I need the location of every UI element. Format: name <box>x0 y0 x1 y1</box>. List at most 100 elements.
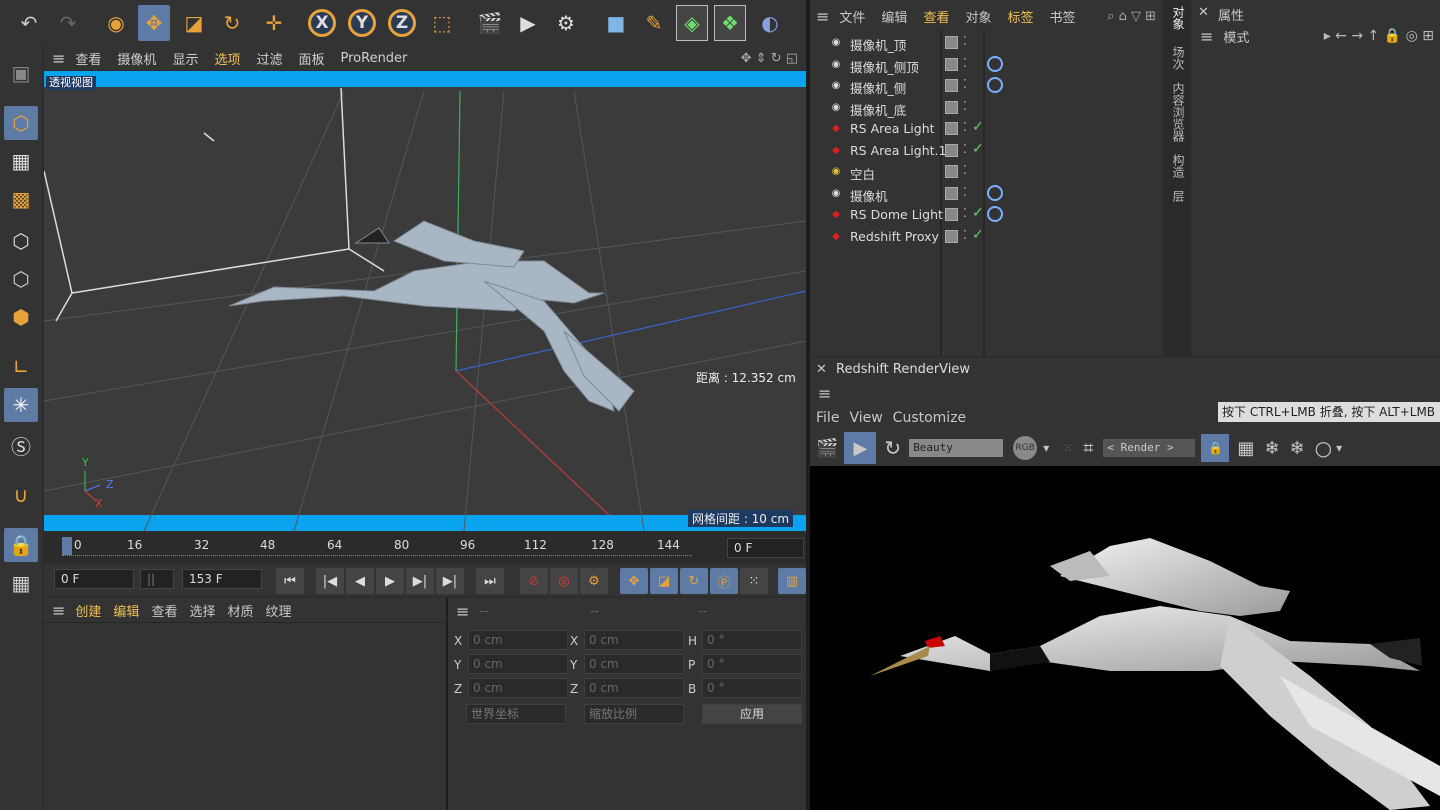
subdivision-icon[interactable]: ◈ <box>676 5 708 41</box>
object-name[interactable]: 摄像机_侧顶 <box>850 57 919 76</box>
model-mode-icon[interactable]: ⬡ <box>4 106 38 140</box>
object-row[interactable]: ◆ Redshift Proxy ⁚ ✓ <box>810 226 1162 247</box>
object-row[interactable]: ◆ RS Dome Light ⁚ ✓ <box>810 204 1162 225</box>
prev-key-icon[interactable]: |◀ <box>316 568 344 594</box>
object-row[interactable]: ◉ 摄像机_顶 ⁚ <box>810 32 1162 53</box>
start-render-icon[interactable]: ▶ <box>844 432 877 464</box>
object-row[interactable]: ◉ 空白 ⁚ <box>810 161 1162 182</box>
menu-icon[interactable]: ≡ <box>1200 27 1213 46</box>
next-key-icon[interactable]: ▶| <box>436 568 464 594</box>
tag-icon[interactable] <box>987 55 1003 72</box>
lock-icon[interactable]: 🔒 <box>1201 434 1230 462</box>
visibility-dots-icon[interactable]: ⁚ <box>963 206 967 220</box>
tab-takes[interactable]: 场次 <box>1170 46 1187 70</box>
visibility-dots-icon[interactable]: ⁚ <box>963 163 967 177</box>
object-menu-tags[interactable]: 标签 <box>1007 7 1033 26</box>
enabled-check-icon[interactable]: ✓ <box>972 119 984 135</box>
timeline-ruler[interactable]: 0 16 32 48 64 80 96 112 128 144 0 F <box>44 533 806 563</box>
object-row[interactable]: ◉ 摄像机_侧 ⁚ <box>810 75 1162 96</box>
record-icon[interactable]: ⊘ <box>520 568 548 594</box>
tab-content-browser[interactable]: 内容浏览器 <box>1170 82 1187 142</box>
rotation-b-field[interactable]: 0 ° <box>702 678 802 698</box>
layer-icon[interactable] <box>945 57 958 71</box>
position-x-field[interactable]: 0 cm <box>468 630 568 650</box>
solo-icon[interactable]: Ⓢ <box>4 428 38 462</box>
grid-view-icon[interactable]: ▦ <box>1237 438 1254 459</box>
make-editable-icon[interactable]: ▣ <box>4 56 38 90</box>
grid-snap-icon[interactable]: ▦ <box>4 566 38 600</box>
tab-structure[interactable]: 构造 <box>1170 154 1187 178</box>
snowflake-icon[interactable]: ❄ <box>1264 438 1279 459</box>
position-y-field[interactable]: 0 cm <box>468 654 568 674</box>
viewport-menu-filter[interactable]: 过滤 <box>256 49 282 68</box>
chevron-down-icon[interactable]: ▾ <box>1043 441 1049 455</box>
object-name[interactable]: RS Area Light <box>850 121 935 136</box>
tag-icon[interactable] <box>987 184 1003 201</box>
visibility-dots-icon[interactable]: ⁚ <box>963 99 967 113</box>
object-name[interactable]: 摄像机_侧 <box>850 78 906 97</box>
render-image[interactable] <box>810 466 1440 810</box>
edges-mode-icon[interactable]: ⬡ <box>4 262 38 296</box>
prev-frame-icon[interactable]: ◀ <box>346 568 374 594</box>
viewport-menu-display[interactable]: 显示 <box>172 49 198 68</box>
object-row[interactable]: ◉ 摄像机 ⁚ <box>810 183 1162 204</box>
world-coordinates-select[interactable]: 世界坐标 <box>466 704 566 724</box>
object-name[interactable]: RS Dome Light <box>850 207 943 222</box>
render-view-icon[interactable]: 🎬 <box>474 5 506 41</box>
lock-workplane-icon[interactable]: 🔒 <box>4 528 38 562</box>
apply-button[interactable]: 应用 <box>702 704 802 724</box>
position-z-field[interactable]: 0 cm <box>468 678 568 698</box>
goto-start-icon[interactable]: ⏮ <box>276 568 304 594</box>
crop-icon[interactable]: ⌗ <box>1083 438 1093 459</box>
visibility-dots-icon[interactable]: ⁚ <box>963 34 967 48</box>
start-frame-field[interactable]: 0 F <box>54 569 134 589</box>
object-row[interactable]: ◉ 摄像机_底 ⁚ <box>810 97 1162 118</box>
layer-icon[interactable] <box>945 229 958 243</box>
key-rotation-icon[interactable]: ↻ <box>680 568 708 594</box>
object-row[interactable]: ◆ RS Area Light ⁚ ✓ <box>810 118 1162 139</box>
material-area[interactable] <box>44 622 446 810</box>
rgb-select[interactable]: RGB <box>1013 436 1038 460</box>
scale-mode-select[interactable]: 缩放比例 <box>584 704 684 724</box>
menu-icon[interactable]: ≡ <box>818 384 831 403</box>
refresh-icon[interactable]: ↻ <box>884 436 901 460</box>
current-frame-field[interactable]: 0 F <box>727 538 804 558</box>
rotate-icon[interactable]: ↻ <box>216 5 248 41</box>
object-name[interactable]: Redshift Proxy <box>850 229 939 244</box>
deformer-icon[interactable]: ◐ <box>754 5 786 41</box>
move-icon[interactable]: ✥ <box>138 5 170 41</box>
circle-icon[interactable]: ○ <box>1315 436 1332 460</box>
viewport-menu-prorender[interactable]: ProRender <box>341 51 408 66</box>
object-menu-object[interactable]: 对象 <box>965 7 991 26</box>
undo-icon[interactable]: ↶ <box>13 5 45 41</box>
y-axis-icon[interactable]: Y <box>346 5 378 41</box>
timeline-window-icon[interactable]: ▥ <box>778 568 806 594</box>
end-frame-field[interactable]: 153 F <box>182 569 262 589</box>
visibility-dots-icon[interactable]: ⁚ <box>963 77 967 91</box>
menu-icon[interactable]: ≡ <box>456 602 469 621</box>
visibility-dots-icon[interactable]: ⁚ <box>963 185 967 199</box>
goto-end-icon[interactable]: ⏭ <box>476 568 504 594</box>
layer-icon[interactable] <box>945 100 958 114</box>
coordinate-system-icon[interactable]: ⬚ <box>426 5 458 41</box>
object-menu-bookmarks[interactable]: 书签 <box>1049 7 1075 26</box>
viewport-menu-options[interactable]: 选项 <box>214 49 240 68</box>
keyframe-selection-icon[interactable]: ⚙ <box>580 568 608 594</box>
cube-icon[interactable]: ■ <box>600 5 632 41</box>
points-mode-icon[interactable]: ⬡ <box>4 224 38 258</box>
layer-icon[interactable] <box>945 208 958 221</box>
axis-mode-icon[interactable]: ∟ <box>4 350 38 384</box>
playhead[interactable] <box>62 537 72 555</box>
texture-mode-icon[interactable]: ▦ <box>4 144 38 178</box>
visibility-dots-icon[interactable]: ⁚ <box>963 56 967 70</box>
key-position-icon[interactable]: ✥ <box>620 568 648 594</box>
enabled-check-icon[interactable]: ✓ <box>972 205 984 221</box>
size-z-field[interactable]: 0 cm <box>584 678 684 698</box>
viewport-nav-icons[interactable]: ✥ ⇕ ↻ ◱ <box>741 51 798 66</box>
aov-select[interactable]: Beauty <box>909 439 1004 457</box>
polygons-mode-icon[interactable]: ⬢ <box>4 300 38 334</box>
attribute-nav-icons[interactable]: ▸ ← → ↑ 🔒 ◎ ⊞ <box>1324 28 1434 44</box>
attributes-mode-menu[interactable]: 模式 <box>1223 27 1249 46</box>
viewport-menu-camera[interactable]: 摄像机 <box>117 49 156 68</box>
layer-icon[interactable] <box>945 165 958 178</box>
